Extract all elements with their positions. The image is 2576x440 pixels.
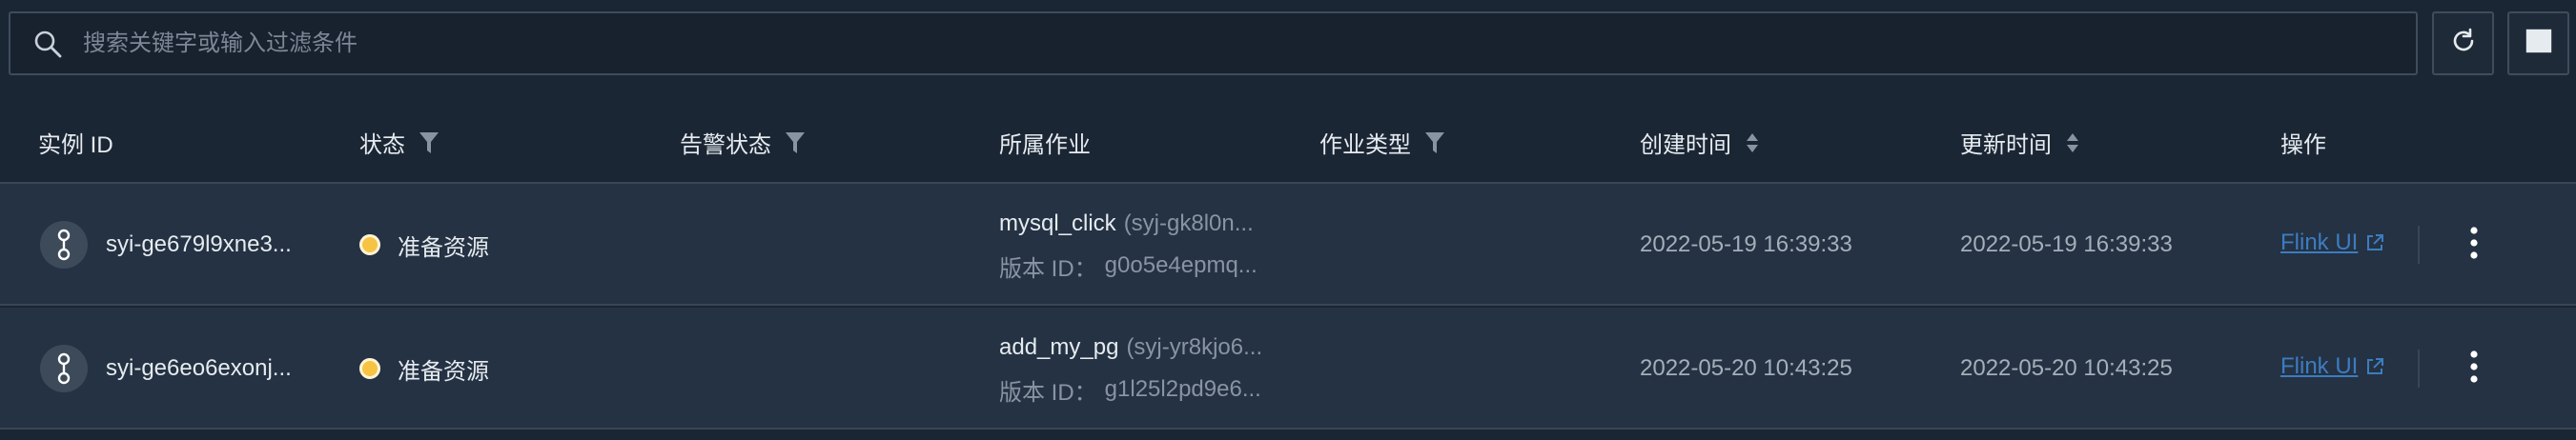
status-text: 准备资源: [398, 234, 489, 261]
job-name-link[interactable]: mysql_click: [999, 210, 1116, 237]
column-label: 状态: [359, 132, 405, 158]
column-label: 更新时间: [1960, 132, 2052, 158]
version-label: 版本 ID：: [999, 379, 1097, 406]
columns-icon: [2525, 27, 2553, 60]
column-settings-button[interactable]: [2507, 11, 2569, 75]
table-row[interactable]: syi-ge679l9xne3... 准备资源 mysql_click (syj…: [0, 184, 2576, 306]
sort-icon[interactable]: [1745, 131, 1760, 154]
refresh-icon: [2449, 27, 2478, 60]
column-header-job-type: 作业类型: [1319, 102, 1445, 183]
job-cell: mysql_click (syj-gk8l0n...: [999, 205, 1254, 243]
external-link-icon: [2365, 357, 2384, 376]
column-header-actions: 操作: [2280, 102, 2326, 183]
column-label: 创建时间: [1640, 132, 1731, 158]
updated-time: 2022-05-19 16:39:33: [1960, 231, 2173, 257]
column-label: 所属作业: [999, 132, 1091, 158]
column-label: 告警状态: [680, 132, 771, 158]
column-label: 操作: [2280, 132, 2326, 158]
column-header-instance-id: 实例 ID: [38, 102, 113, 183]
search-icon: [31, 28, 64, 60]
column-header-updated[interactable]: 更新时间: [1960, 102, 2080, 183]
version-cell: 版本 ID： g0o5e4epmq...: [999, 247, 1257, 285]
version-id: g0o5e4epmq...: [1104, 252, 1257, 278]
instances-table: 实例 ID 状态 告警状态 所属作业 作业类型 创建时间 更新时间 操作 syi…: [0, 102, 2576, 430]
sort-icon[interactable]: [2065, 131, 2080, 154]
table-row[interactable]: syi-ge6eo6exonj... 准备资源 add_my_pg (syj-y…: [0, 308, 2576, 430]
version-id: g1l25l2pd9e6...: [1104, 376, 1261, 402]
flink-ui-label[interactable]: Flink UI: [2280, 353, 2358, 380]
refresh-button[interactable]: [2432, 11, 2494, 75]
version-cell: 版本 ID： g1l25l2pd9e6...: [999, 370, 1261, 409]
status-cell: 准备资源: [359, 346, 489, 391]
flink-ui-link[interactable]: Flink UI: [2280, 220, 2384, 266]
more-vertical-icon: [2470, 350, 2478, 388]
external-link-icon: [2365, 233, 2384, 252]
flink-ui-link[interactable]: Flink UI: [2280, 344, 2384, 390]
job-cell: add_my_pg (syj-yr8kjo6...: [999, 329, 1262, 367]
more-options-button[interactable]: [2460, 345, 2488, 392]
table-header: 实例 ID 状态 告警状态 所属作业 作业类型 创建时间 更新时间 操作: [0, 102, 2576, 184]
job-name-link[interactable]: add_my_pg: [999, 334, 1118, 361]
search-box[interactable]: [9, 11, 2418, 75]
column-header-created[interactable]: 创建时间: [1640, 102, 1760, 183]
instance-id-link[interactable]: syi-ge6eo6exonj...: [106, 346, 292, 391]
more-vertical-icon: [2470, 226, 2478, 264]
created-time: 2022-05-19 16:39:33: [1640, 231, 1852, 257]
filter-icon[interactable]: [1424, 130, 1445, 155]
updated-time: 2022-05-20 10:43:25: [1960, 355, 2173, 381]
status-dot: [359, 234, 380, 255]
action-divider: [2418, 226, 2420, 264]
filter-icon[interactable]: [785, 130, 806, 155]
column-label: 作业类型: [1319, 132, 1411, 158]
filter-icon[interactable]: [419, 130, 440, 155]
instance-icon: [40, 221, 88, 269]
status-text: 准备资源: [398, 358, 489, 385]
column-header-alert-status: 告警状态: [680, 102, 806, 183]
version-label: 版本 ID：: [999, 255, 1097, 282]
status-dot: [359, 358, 380, 379]
column-header-job: 所属作业: [999, 102, 1091, 183]
instance-id-link[interactable]: syi-ge679l9xne3...: [106, 222, 292, 268]
column-label: 实例 ID: [38, 132, 113, 158]
status-cell: 准备资源: [359, 222, 489, 268]
more-options-button[interactable]: [2460, 221, 2488, 269]
job-id: (syj-yr8kjo6...: [1126, 334, 1263, 360]
job-id: (syj-gk8l0n...: [1123, 210, 1254, 236]
instance-icon: [40, 345, 88, 392]
column-header-status: 状态: [359, 102, 440, 183]
action-divider: [2418, 350, 2420, 388]
flink-ui-label[interactable]: Flink UI: [2280, 230, 2358, 256]
search-input[interactable]: [64, 13, 2416, 73]
created-time: 2022-05-20 10:43:25: [1640, 355, 1852, 381]
